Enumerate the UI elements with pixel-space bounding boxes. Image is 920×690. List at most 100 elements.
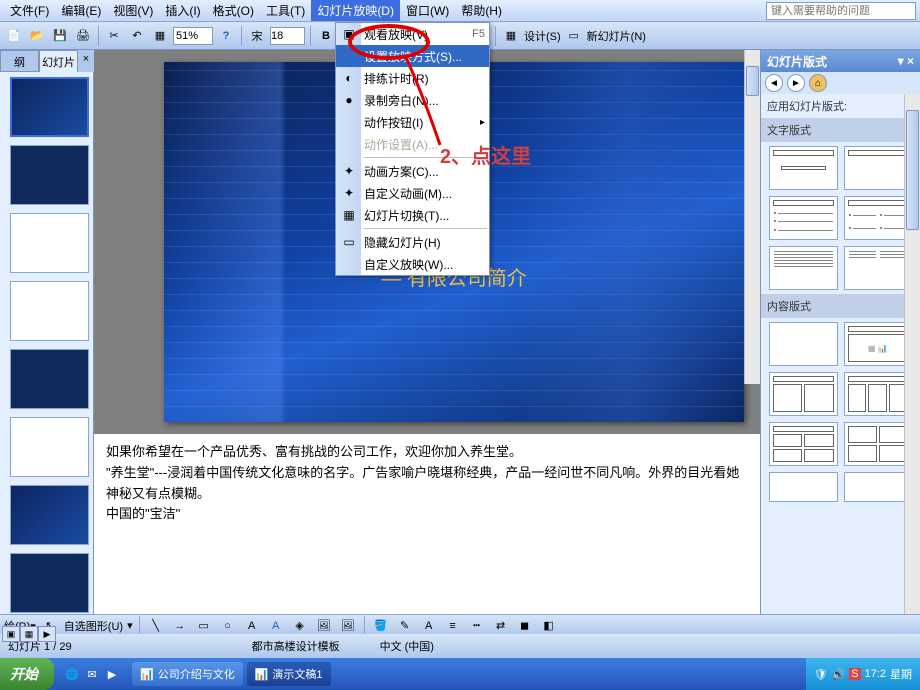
save-icon[interactable]: 💾 [50, 26, 70, 46]
3d-icon[interactable]: ◧ [539, 616, 559, 636]
arrow-style-icon[interactable]: ⇄ [491, 616, 511, 636]
menu-action-buttons[interactable]: 动作按钮(I)▸ [336, 111, 489, 133]
arrow-icon[interactable]: → [170, 616, 190, 636]
layout-extra1[interactable] [769, 472, 838, 502]
taskpane-scrollbar[interactable] [904, 94, 920, 614]
menu-setup-show[interactable]: 设置放映方式(S)... [336, 45, 489, 67]
undo-icon[interactable]: ↶ [127, 26, 147, 46]
menu-custom-show[interactable]: 自定义放映(W)... [336, 253, 489, 275]
slide-thumb-7[interactable] [10, 485, 89, 545]
normal-view-icon[interactable]: ▣ [2, 626, 20, 642]
help-search-input[interactable] [766, 2, 916, 20]
nav-fwd-icon[interactable]: ► [787, 74, 805, 92]
menu-view[interactable]: 视图(V) [107, 0, 159, 21]
layout-three[interactable] [844, 372, 913, 416]
system-tray[interactable]: 🛡 🔊 S 17:2 星期 [806, 658, 920, 690]
font-color-icon[interactable]: 宋 [247, 26, 267, 46]
slide-thumb-3[interactable] [10, 213, 89, 273]
annotation-text: 2、点这里 [440, 140, 531, 169]
tray-icon[interactable]: S [849, 668, 860, 680]
taskbar-item[interactable]: 📊演示文稿1 [247, 662, 331, 686]
line-icon[interactable]: ╲ [146, 616, 166, 636]
tray-icon[interactable]: 🛡 [814, 668, 828, 681]
shadow-icon[interactable]: ◼ [515, 616, 535, 636]
layout-content[interactable]: ▦ 📊 [844, 322, 913, 366]
bold-icon[interactable]: B [316, 26, 336, 46]
clipart-icon[interactable]: 🖼 [314, 616, 334, 636]
close-pane-icon[interactable]: × [78, 50, 94, 72]
picture-icon[interactable]: 🖼 [338, 616, 358, 636]
print-icon[interactable]: 🖨 [73, 26, 93, 46]
new-slide-icon[interactable]: ▭ [564, 26, 584, 46]
menu-slideshow[interactable]: 幻灯片放映(D) [311, 0, 400, 21]
layout-blank[interactable] [769, 322, 838, 366]
slide-thumb-4[interactable] [10, 281, 89, 341]
quick-launch-icon[interactable]: 🌐 [62, 664, 82, 684]
rect-icon[interactable]: ▭ [194, 616, 214, 636]
fill-icon[interactable]: 🪣 [371, 616, 391, 636]
slide-thumb-8[interactable] [10, 553, 89, 613]
tray-time: 17:2 [865, 668, 886, 680]
menu-slide-transition[interactable]: ▦幻灯片切换(T)... [336, 204, 489, 226]
quick-launch-icon[interactable]: ▶ [102, 664, 122, 684]
menu-window[interactable]: 窗口(W) [400, 0, 455, 21]
autoshapes-menu[interactable]: 自选图形(U) [64, 618, 123, 634]
slide-thumb-5[interactable] [10, 349, 89, 409]
tray-icon[interactable]: 🔊 [832, 668, 846, 681]
notes-panel[interactable]: 如果你希望在一个产品优秀、富有挑战的公司工作，欢迎你加入养生堂。 "养生堂"--… [94, 430, 760, 644]
layout-four[interactable] [769, 422, 838, 466]
slides-tab[interactable]: 幻灯片 [39, 50, 78, 72]
new-slide-label[interactable]: 新幻灯片(N) [587, 28, 646, 44]
menu-help[interactable]: 帮助(H) [455, 0, 508, 21]
layout-two-col[interactable] [844, 196, 913, 240]
editor-scrollbar[interactable] [744, 50, 760, 384]
layout-title[interactable] [769, 146, 838, 190]
slide-thumb-1[interactable] [10, 77, 89, 137]
menu-edit[interactable]: 编辑(E) [55, 0, 107, 21]
menu-insert[interactable]: 插入(I) [159, 0, 206, 21]
layout-lines[interactable] [769, 246, 838, 290]
taskbar-item[interactable]: 📊公司介绍与文化 [132, 662, 243, 686]
font-size-input[interactable] [270, 27, 305, 45]
menu-custom-animation[interactable]: ✦自定义动画(M)... [336, 182, 489, 204]
nav-back-icon[interactable]: ◄ [765, 74, 783, 92]
layout-two-content[interactable] [769, 372, 838, 416]
layout-title-only[interactable] [844, 146, 913, 190]
table-icon[interactable]: ▦ [150, 26, 170, 46]
menu-format[interactable]: 格式(O) [207, 0, 260, 21]
textbox-icon[interactable]: A [242, 616, 262, 636]
new-icon[interactable]: 📄 [4, 26, 24, 46]
menu-view-show[interactable]: ▣观看放映(V)F5 [336, 23, 489, 45]
dash-icon[interactable]: ┅ [467, 616, 487, 636]
slideshow-view-icon[interactable]: ▶ [38, 626, 56, 642]
oval-icon[interactable]: ○ [218, 616, 238, 636]
slide-thumb-6[interactable] [10, 417, 89, 477]
menu-tools[interactable]: 工具(T) [260, 0, 311, 21]
cut-icon[interactable]: ✂ [104, 26, 124, 46]
sorter-view-icon[interactable]: ▦ [20, 626, 38, 642]
layout-extra2[interactable] [844, 472, 913, 502]
design-label[interactable]: 设计(S) [524, 28, 561, 44]
font-color2-icon[interactable]: A [419, 616, 439, 636]
slide-thumb-2[interactable] [10, 145, 89, 205]
menu-hide-slide[interactable]: ▭隐藏幻灯片(H) [336, 231, 489, 253]
zoom-input[interactable] [173, 27, 213, 45]
quick-launch-icon[interactable]: ✉ [82, 664, 102, 684]
menu-rehearse[interactable]: ◐排练计时(R) [336, 67, 489, 89]
open-icon[interactable]: 📂 [27, 26, 47, 46]
wordart-icon[interactable]: A [266, 616, 286, 636]
diagram-icon[interactable]: ◈ [290, 616, 310, 636]
taskpane-dropdown-icon[interactable]: ▾ × [898, 54, 914, 68]
menu-file[interactable]: 文件(F) [4, 0, 55, 21]
start-button[interactable]: 开始 [0, 658, 54, 690]
layout-title-text[interactable] [769, 196, 838, 240]
nav-home-icon[interactable]: ⌂ [809, 74, 827, 92]
menu-record[interactable]: ●录制旁白(N)... [336, 89, 489, 111]
outline-tab[interactable]: 纲 [0, 50, 39, 72]
help-icon[interactable]: ? [216, 26, 236, 46]
design-icon[interactable]: ▦ [501, 26, 521, 46]
line-color-icon[interactable]: ✎ [395, 616, 415, 636]
line-style-icon[interactable]: ≡ [443, 616, 463, 636]
layout-four-b[interactable] [844, 422, 913, 466]
layout-cols[interactable] [844, 246, 913, 290]
